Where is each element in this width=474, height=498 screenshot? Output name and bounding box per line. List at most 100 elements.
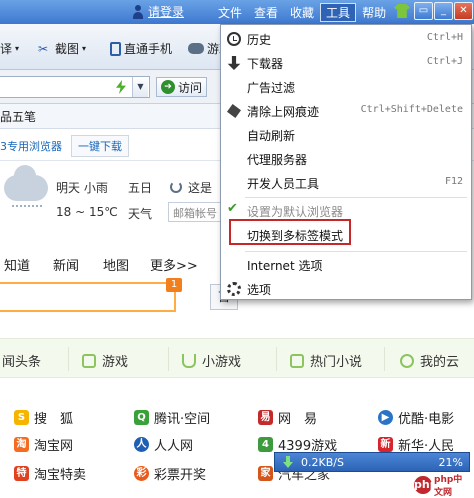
tab-news[interactable]: 新闻 (53, 255, 79, 274)
favorite-item[interactable]: 品五笔 (0, 108, 36, 125)
book-icon (290, 353, 304, 368)
menu-item-label: Internet 选项 (247, 259, 323, 273)
download-button[interactable]: 一键下载 (71, 135, 129, 157)
menu-favorites[interactable]: 收藏 (284, 3, 320, 22)
tab-more[interactable]: 更多>> (150, 255, 198, 274)
menu-item-internet-options[interactable]: Internet 选项 (221, 253, 471, 277)
divider (384, 347, 385, 371)
site-label: 网 易 (278, 412, 318, 427)
category-minigames[interactable]: 小游戏 (182, 351, 241, 370)
menu-item-shortcut: Ctrl+J (426, 56, 463, 67)
menu-item-label: 历史 (247, 33, 272, 47)
renren-icon: 人 (134, 437, 149, 452)
category-cloud[interactable]: 我的云 (400, 351, 459, 370)
search-input[interactable] (0, 282, 176, 312)
title-bar: 请登录 文件 查看 收藏 工具 帮助 ▭ _ ✕ (0, 0, 474, 24)
weather-label[interactable]: 天气 (128, 205, 152, 222)
download-rate: 0.2KB/S (301, 455, 344, 469)
site-lottery[interactable]: 彩彩票开奖 (134, 464, 206, 483)
email-account-input[interactable]: 邮箱帐号 (168, 202, 228, 222)
site-taobao-sale[interactable]: 特淘宝特卖 (14, 464, 86, 483)
menu-item-devtools[interactable]: 开发人员工具 F12 (221, 171, 471, 195)
translate-tool[interactable]: 译 ▾ (0, 40, 19, 57)
menu-item-proxy[interactable]: 代理服务器 (221, 147, 471, 171)
check-icon: ✔ (227, 201, 238, 216)
menu-item-label: 开发人员工具 (247, 177, 320, 191)
site-grid: S搜 狐 Q 腾讯·空间 易网 易 ▶ 优酷·电影 淘淘宝网 人人人网 4 4399游… (0, 398, 474, 498)
menu-item-clear-traces[interactable]: 清除上网痕迹 Ctrl+Shift+Delete (221, 99, 471, 123)
taobao-sale-icon: 特 (14, 466, 29, 481)
watermark-text: php中文网 (434, 475, 463, 498)
menu-item-label: 设置为默认浏览器 (247, 205, 344, 219)
site-sohu[interactable]: S搜 狐 (14, 408, 73, 427)
play-icon: ▶ (378, 410, 393, 425)
address-input[interactable]: ▼ (0, 76, 150, 98)
site-label: 淘宝特卖 (34, 468, 87, 483)
browser-link[interactable]: 3专用浏览器 (0, 138, 62, 154)
scissors-icon: ✂ (38, 41, 49, 56)
divider (68, 347, 69, 371)
php-watermark: php php中文网 (410, 474, 470, 498)
menu-item-shortcut: Ctrl+Shift+Delete (360, 104, 463, 115)
screenshot-tool[interactable]: ✂ 截图 ▾ (38, 40, 86, 57)
refresh-icon[interactable] (170, 181, 182, 193)
menu-view[interactable]: 查看 (248, 3, 284, 22)
netease-icon: 易 (258, 410, 273, 425)
category-headlines[interactable]: 闻头条 (2, 351, 41, 370)
site-youku[interactable]: ▶ 优酷·电影 (378, 408, 454, 427)
cup-icon (182, 353, 196, 368)
screenshot-label: 截图 (55, 42, 80, 56)
menu-tools[interactable]: 工具 (320, 3, 357, 22)
category-label: 热门小说 (310, 355, 363, 370)
download-arrow-icon (283, 456, 293, 468)
menu-item-label: 代理服务器 (247, 153, 308, 167)
login-link[interactable]: 请登录 (132, 3, 184, 20)
site-taobao[interactable]: 淘淘宝网 (14, 435, 73, 454)
site-renren[interactable]: 人人人网 (134, 435, 193, 454)
menu-item-downloader[interactable]: 下载器 Ctrl+J (221, 51, 471, 75)
download-percent: 21% (438, 455, 463, 469)
goto-button[interactable]: ➔ 访问 (156, 77, 208, 97)
menu-item-auto-refresh[interactable]: 自动刷新 (221, 123, 471, 147)
login-label: 请登录 (148, 5, 185, 19)
rain-drops (12, 205, 42, 213)
menu-item-history[interactable]: 历史 Ctrl+H (221, 27, 471, 51)
menu-file[interactable]: 文件 (212, 3, 248, 22)
lightning-icon (116, 80, 126, 94)
translate-label: 译 (0, 42, 13, 56)
restore-button[interactable]: ▭ (414, 2, 433, 20)
address-dropdown-button[interactable]: ▼ (132, 77, 148, 97)
download-icon (227, 56, 241, 70)
download-status-bar[interactable]: 0.2KB/S 21% (274, 452, 470, 472)
goto-label: 访问 (178, 80, 203, 95)
menu-item-adblock[interactable]: 广告过滤 (221, 75, 471, 99)
skin-icon[interactable] (394, 4, 410, 18)
close-button[interactable]: ✕ (454, 2, 473, 20)
menu-help[interactable]: 帮助 (356, 3, 392, 22)
menu-item-label: 自动刷新 (247, 129, 296, 143)
tab-zhidao[interactable]: 知道 (4, 255, 30, 274)
site-qq[interactable]: Q 腾讯·空间 (134, 408, 210, 427)
category-games[interactable]: 游戏 (82, 351, 128, 370)
category-label: 我的云 (420, 355, 460, 370)
gamepad-icon (188, 43, 204, 54)
divider (168, 347, 169, 371)
minimize-button[interactable]: _ (434, 2, 453, 20)
gamepad-icon (82, 353, 96, 368)
category-novels[interactable]: 热门小说 (290, 351, 362, 370)
weather-day: 明天 小雨 (56, 181, 108, 195)
phone-label: 直通手机 (124, 42, 173, 56)
menu-item-options[interactable]: 选项 (221, 277, 471, 301)
menu-item-label: 清除上网痕迹 (247, 105, 320, 119)
php-logo-icon: php (414, 476, 438, 494)
weather-date: 五日 (128, 181, 153, 195)
tab-map[interactable]: 地图 (103, 255, 129, 274)
category-label: 游戏 (102, 355, 129, 370)
autohome-icon: 家 (258, 466, 273, 481)
menu-item-label: 广告过滤 (247, 81, 296, 95)
phone-tool[interactable]: 直通手机 (110, 40, 172, 57)
site-label: 彩票开奖 (154, 468, 207, 483)
site-label: 淘宝网 (34, 439, 74, 454)
refresh-text: 这是 (188, 181, 213, 195)
site-163[interactable]: 易网 易 (258, 408, 317, 427)
